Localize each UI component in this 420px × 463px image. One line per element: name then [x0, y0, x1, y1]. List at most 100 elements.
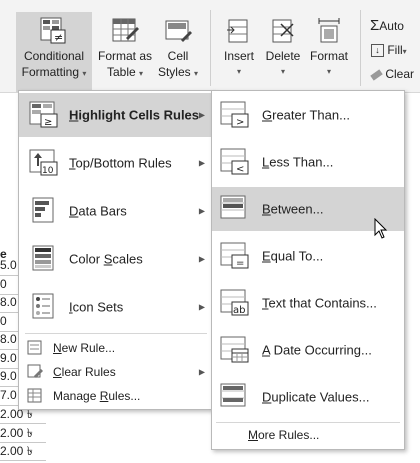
format-as-table-button[interactable]: Format as Table ▾ [94, 12, 156, 92]
insert-label: Insert [223, 49, 254, 63]
svg-text:ab: ab [233, 305, 245, 316]
menu-separator [25, 333, 207, 334]
less-than-icon: < [220, 148, 249, 175]
cell-styles-icon [165, 20, 192, 42]
equal-to-label: Equal To... [262, 248, 324, 264]
delete-button[interactable]: Delete ▾ [262, 12, 304, 92]
svg-text:=: = [236, 258, 244, 269]
top-bottom-rules-icon: 10 [29, 149, 58, 176]
autosum-button[interactable]: ΣAuto [370, 18, 404, 34]
grid-line [0, 460, 46, 461]
cell-value[interactable]: 9.0 [0, 351, 17, 365]
format-as-table-line1: Format as [97, 49, 152, 63]
chevron-down-icon: ▾ [280, 67, 285, 76]
between-icon [220, 195, 246, 219]
icon-sets-icon [32, 293, 54, 319]
delete-cells-icon [272, 19, 294, 43]
manage-rules-label: Manage Rules... [53, 389, 141, 403]
conditional-formatting-line1: Conditional [23, 49, 85, 63]
submenu-arrow-icon: ▶ [198, 206, 205, 216]
menu-item-equal-to[interactable]: = Equal To... [212, 234, 404, 278]
cell-value[interactable]: 8.0 [0, 295, 17, 309]
new-rule-label: New Rule... [53, 341, 116, 355]
menu-item-greater-than[interactable]: > Greater Than... [212, 93, 404, 137]
less-than-label: Less Than... [262, 154, 334, 170]
greater-than-icon: > [220, 101, 249, 128]
duplicate-values-icon [220, 383, 246, 407]
cell-value[interactable]: 8.0 [0, 332, 17, 346]
highlight-cells-rules-submenu: > Greater Than... < Less Than... Between... =… [211, 90, 405, 450]
ribbon-group-divider [210, 10, 211, 86]
submenu-arrow-icon: ▶ [198, 254, 205, 264]
cell-styles-line1: Cell [167, 49, 189, 63]
more-rules-label: More Rules... [248, 428, 320, 442]
menu-separator [216, 422, 400, 423]
greater-than-label: Greater Than... [262, 107, 350, 123]
menu-item-color-scales[interactable]: Color Scales ▶ [19, 237, 213, 281]
a-date-occurring-label: A Date Occurring... [262, 342, 372, 358]
highlight-cells-rules-label: Highlight Cells Rules [69, 107, 200, 123]
menu-item-more-rules[interactable]: More Rules... [212, 424, 404, 446]
menu-item-clear-rules[interactable]: Clear Rules ▶ [19, 361, 213, 383]
insert-button[interactable]: Insert ▾ [218, 12, 260, 92]
cell-value[interactable]: 0 [0, 277, 7, 291]
data-bars-icon [32, 197, 54, 223]
between-label: Between... [262, 201, 324, 217]
cell-value[interactable]: 5.0 [0, 258, 17, 272]
svg-text:≥: ≥ [44, 117, 52, 128]
cell-value[interactable]: 0 [0, 314, 7, 328]
fill-button[interactable]: ↓ Fill▾ [371, 42, 407, 60]
format-cells-icon [318, 18, 340, 43]
submenu-arrow-icon: ▶ [198, 110, 205, 120]
menu-item-data-bars[interactable]: Data Bars ▶ [19, 189, 213, 233]
fill-down-icon: ↓ [371, 44, 384, 58]
new-rule-icon [27, 340, 42, 355]
text-that-contains-icon: ab [220, 289, 249, 316]
submenu-arrow-icon: ▶ [198, 158, 205, 168]
format-label: Format [309, 49, 348, 63]
mouse-pointer-icon [374, 218, 388, 239]
menu-item-icon-sets[interactable]: Icon Sets ▶ [19, 285, 213, 329]
icon-sets-label: Icon Sets [69, 299, 124, 315]
chevron-down-icon: ▾ [402, 47, 407, 56]
delete-label: Delete [265, 49, 301, 63]
clear-button[interactable]: Clear [370, 66, 415, 82]
submenu-arrow-icon: ▶ [198, 302, 205, 312]
menu-item-a-date-occurring[interactable]: A Date Occurring... [212, 328, 404, 372]
cell-value[interactable]: 9.0 [0, 369, 17, 383]
text-that-contains-label: Text that Contains... [262, 295, 377, 311]
svg-text:10: 10 [42, 166, 54, 176]
menu-item-new-rule[interactable]: New Rule... [19, 337, 213, 359]
svg-text:<: < [236, 164, 244, 175]
a-date-occurring-icon [220, 336, 249, 363]
chevron-down-icon: ▾ [236, 67, 241, 76]
svg-text:>: > [236, 117, 244, 128]
menu-item-top-bottom-rules[interactable]: 10 Top/Bottom Rules ▶ [19, 141, 213, 185]
ribbon: ≠ Conditional Formatting ▾ Format as Tab… [0, 0, 420, 93]
cell-styles-button[interactable]: Cell Styles ▾ [156, 12, 200, 92]
menu-item-manage-rules[interactable]: Manage Rules... [19, 385, 213, 407]
cell-value[interactable]: 7.0 [0, 388, 17, 402]
svg-text:≠: ≠ [54, 31, 63, 44]
menu-item-text-that-contains[interactable]: ab Text that Contains... [212, 281, 404, 325]
ribbon-group-divider [360, 10, 361, 86]
top-bottom-rules-label: Top/Bottom Rules [69, 155, 172, 171]
conditional-formatting-icon: ≠ [40, 17, 66, 44]
clear-label: Clear [385, 67, 415, 81]
menu-item-highlight-cells-rules[interactable]: ≥ Highlight Cells Rules ▶ [19, 93, 213, 137]
clear-rules-label: Clear Rules [53, 365, 116, 379]
insert-cells-icon [227, 19, 248, 43]
conditional-formatting-button[interactable]: ≠ Conditional Formatting ▾ [16, 12, 92, 92]
data-bars-label: Data Bars [69, 203, 127, 219]
menu-item-duplicate-values[interactable]: Duplicate Values... [212, 375, 404, 419]
chevron-down-icon: ▾ [326, 67, 331, 76]
chevron-down-icon: ▾ [194, 69, 199, 78]
sigma-icon: Σ [370, 17, 380, 34]
format-as-table-line2: Table [106, 65, 136, 79]
menu-item-less-than[interactable]: < Less Than... [212, 140, 404, 184]
eraser-icon [370, 69, 383, 81]
conditional-formatting-line2: Formatting [21, 65, 79, 79]
format-button[interactable]: Format ▾ [306, 12, 352, 92]
fill-label: Fill [387, 43, 403, 57]
manage-rules-icon [27, 388, 42, 403]
